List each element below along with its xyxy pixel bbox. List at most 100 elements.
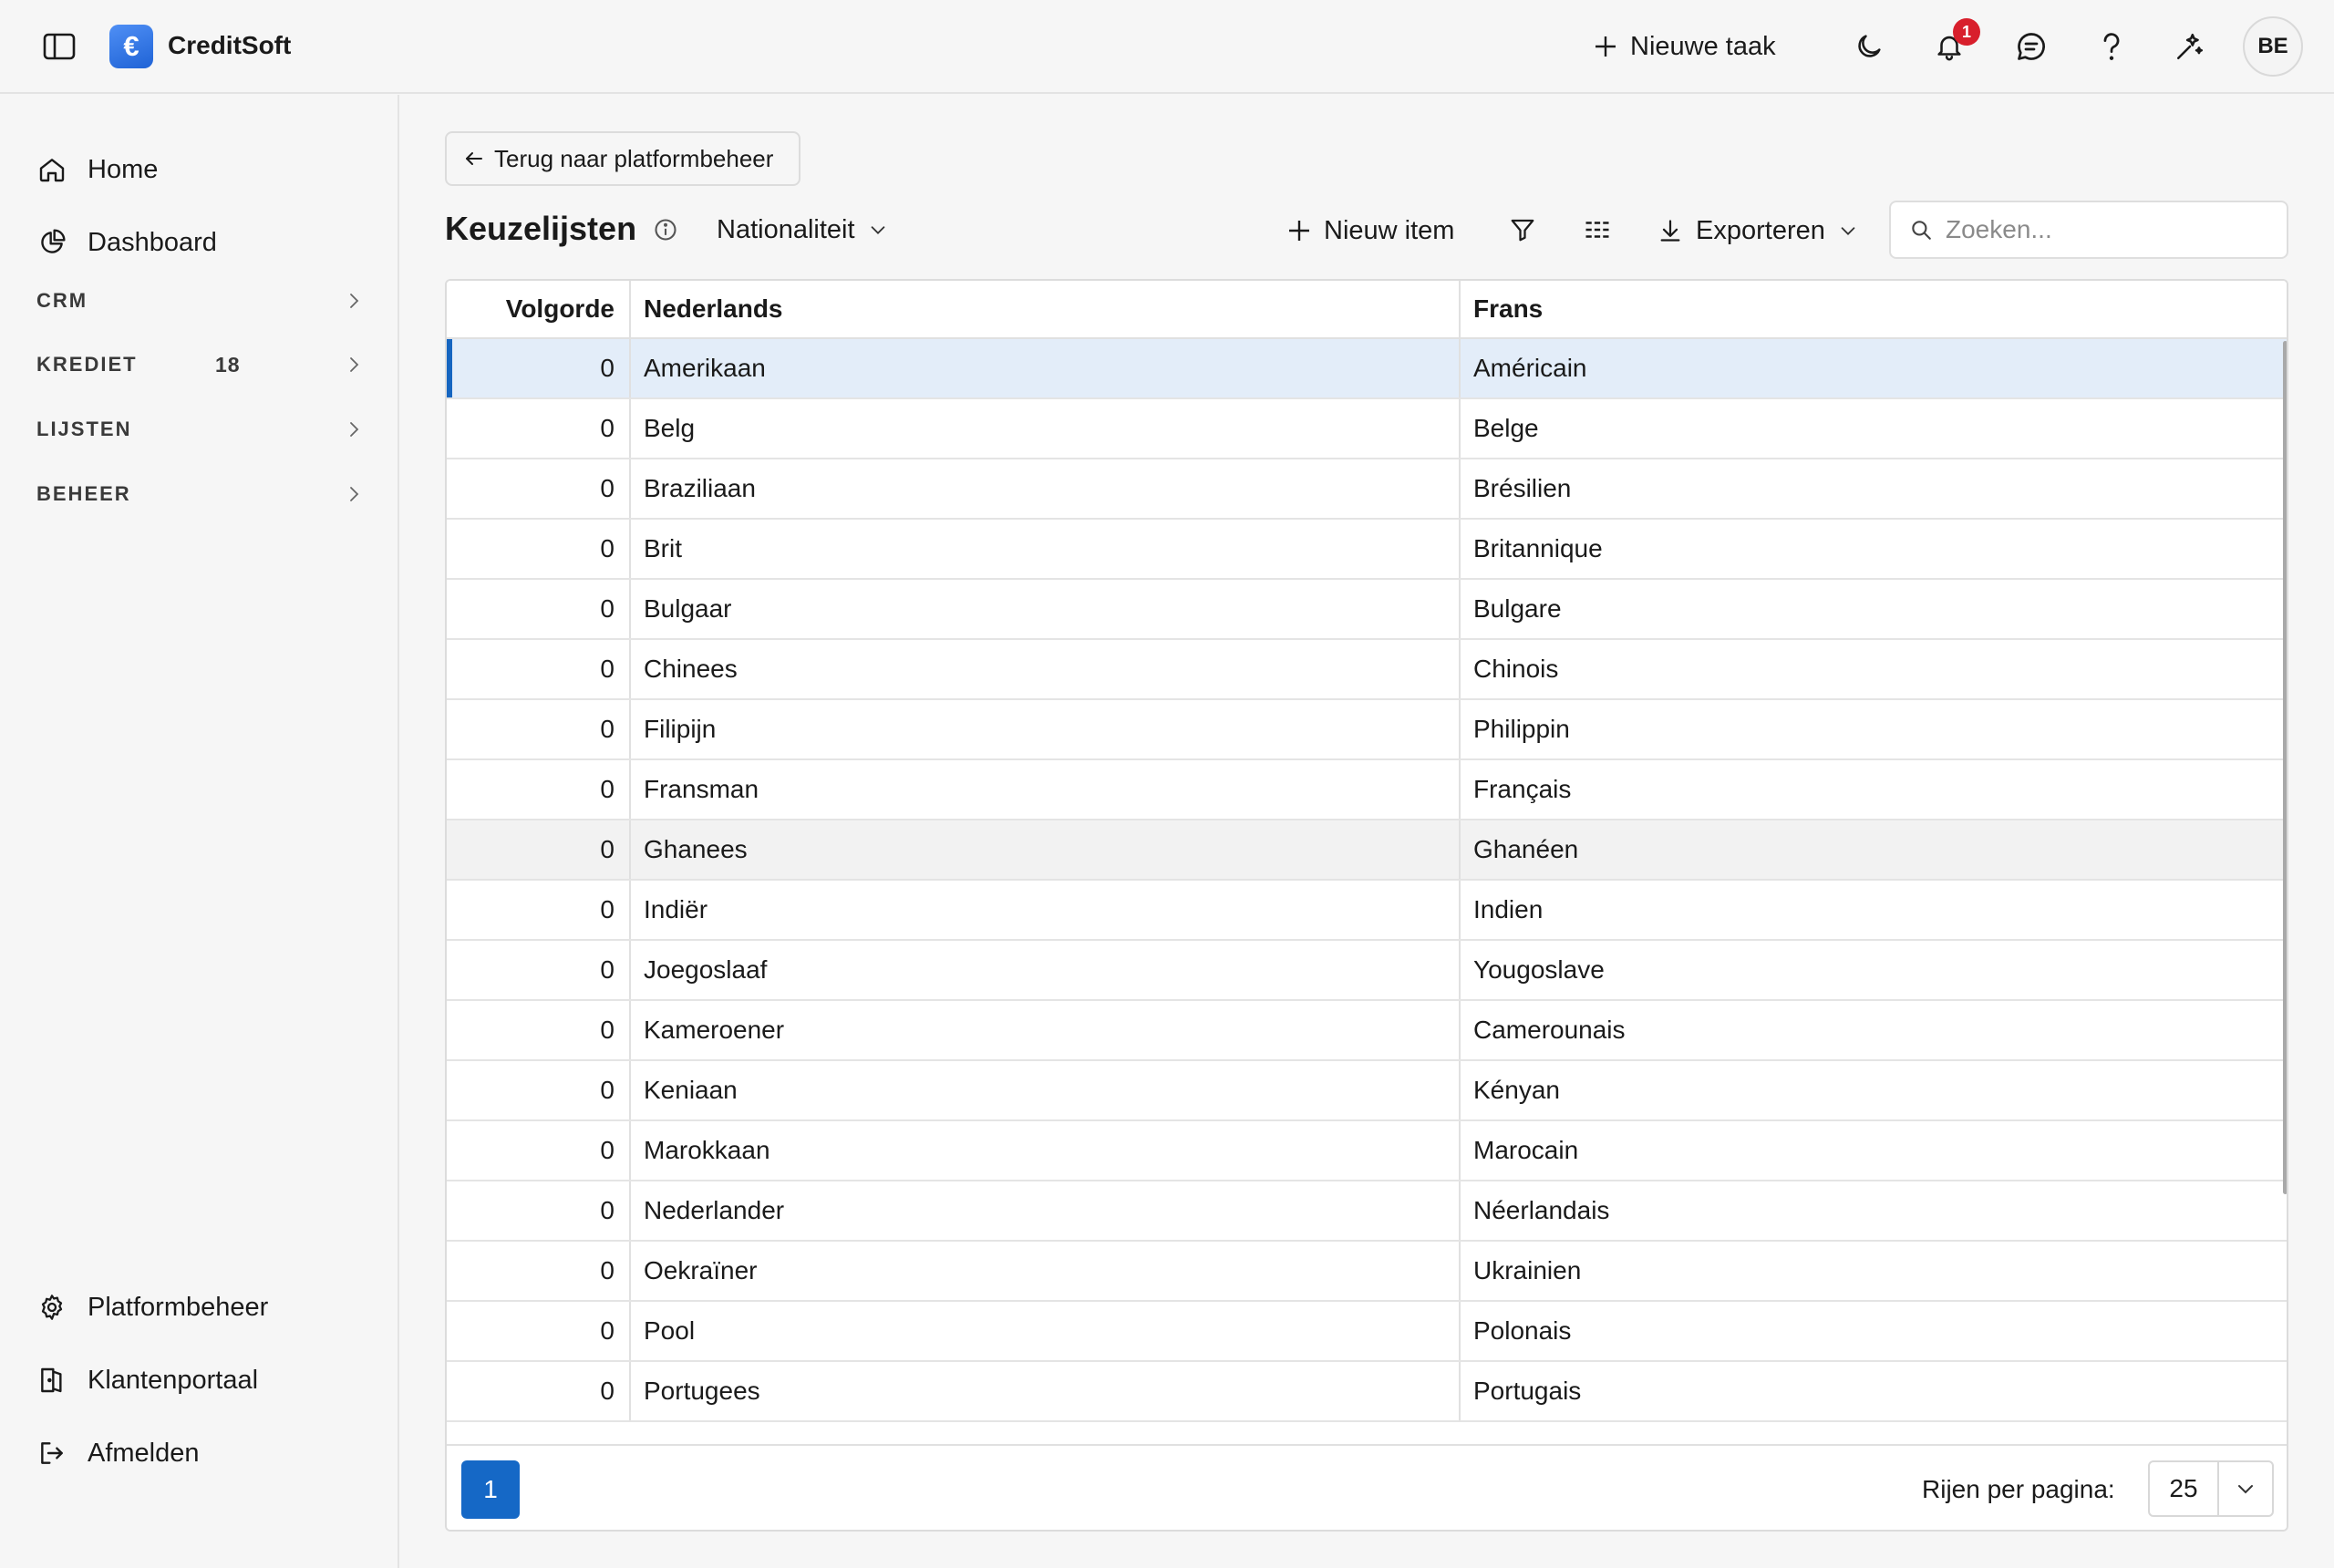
cell-frans: Bulgare [1473, 594, 1562, 623]
table-row[interactable]: 0 Portugees Portugais [447, 1362, 2287, 1422]
download-icon [1660, 220, 1680, 242]
new-item-button[interactable]: Nieuw item [1287, 211, 1454, 250]
sidebar-item-label: Platformbeheer [88, 1292, 269, 1322]
cell-volgorde: 0 [447, 520, 631, 578]
sidebar-section-krediet[interactable]: KREDIET 18 [36, 346, 365, 383]
table-row[interactable]: 0 Ghanees Ghanéen [447, 820, 2287, 881]
cell-nederlands: Brit [631, 520, 1461, 578]
cell-nederlands: Nederlander [631, 1181, 1461, 1240]
cell-volgorde: 0 [447, 459, 631, 518]
sidebar-section-crm[interactable]: CRM [36, 283, 365, 319]
cell-volgorde: 0 [447, 881, 631, 939]
top-bar: € CreditSoft Nieuwe taak 1 BE [0, 0, 2334, 94]
table-row[interactable]: 0 Pool Polonais [447, 1302, 2287, 1362]
cell-volgorde: 0 [447, 820, 631, 879]
sidebar-toggle-button[interactable] [36, 29, 82, 64]
cell-volgorde: 0 [447, 1121, 631, 1180]
cell-nederlands: Joegoslaaf [631, 941, 1461, 999]
cell-volgorde: 0 [447, 1181, 631, 1240]
table-row[interactable]: 0 Indiër Indien [447, 881, 2287, 941]
cell-volgorde: 0 [447, 1362, 631, 1420]
data-table: Volgorde Nederlands Frans 0 Amerikaan Amér… [445, 279, 2288, 1532]
user-avatar[interactable]: BE [2243, 16, 2303, 77]
messages-button[interactable] [2008, 23, 2055, 70]
page-button-current[interactable]: 1 [461, 1460, 520, 1519]
table-row[interactable]: 0 Fransman Français [447, 760, 2287, 820]
cell-volgorde: 0 [447, 700, 631, 758]
export-dropdown[interactable]: Exporteren [1658, 211, 1858, 250]
table-row[interactable]: 0 Brit Britannique [447, 520, 2287, 580]
cell-frans: Kényan [1473, 1076, 1560, 1104]
chevron-right-icon [350, 357, 359, 372]
search-box[interactable] [1889, 201, 2288, 259]
cell-volgorde: 0 [447, 1001, 631, 1059]
cell-nederlands: Portugees [631, 1362, 1461, 1420]
sidebar-section-lijsten[interactable]: LIJSTEN [36, 411, 365, 448]
search-input[interactable] [1946, 215, 2274, 244]
sidebar-section-beheer[interactable]: BEHEER [36, 476, 365, 512]
table-row[interactable]: 0 Nederlander Néerlandais [447, 1181, 2287, 1242]
door-icon [36, 1365, 67, 1396]
sidebar-item-label: Home [88, 154, 159, 184]
table-row[interactable]: 0 Chinees Chinois [447, 640, 2287, 700]
cell-volgorde: 0 [447, 1242, 631, 1300]
table-row[interactable]: 0 Keniaan Kényan [447, 1061, 2287, 1121]
cell-frans: Philippin [1473, 715, 1570, 743]
page-title: Keuzelijsten [445, 210, 637, 247]
cell-nederlands: Kameroener [631, 1001, 1461, 1059]
plus-icon [1289, 221, 1309, 241]
export-label: Exporteren [1696, 215, 1825, 245]
back-to-platform-button[interactable]: Terug naar platformbeheer [445, 131, 800, 186]
plus-icon [1596, 36, 1616, 57]
cell-frans: Yougoslave [1473, 955, 1605, 984]
search-icon [1912, 221, 1931, 240]
cell-nederlands: Ghanees [631, 820, 1461, 879]
sidebar-item-home[interactable]: Home [36, 150, 158, 190]
section-label: KREDIET [36, 353, 138, 376]
vertical-scrollbar[interactable] [2283, 341, 2287, 1194]
table-row[interactable]: 0 Amerikaan Américain [447, 339, 2287, 399]
sidebar-item-afmelden[interactable]: Afmelden [36, 1433, 200, 1473]
table-row[interactable]: 0 Kameroener Camerounais [447, 1001, 2287, 1061]
gear-icon [36, 1292, 67, 1323]
list-type-value: Nationaliteit [717, 214, 855, 244]
column-header-nederlands[interactable]: Nederlands [631, 281, 1461, 337]
chevron-down-icon [1841, 227, 1855, 235]
cell-frans: Français [1473, 775, 1572, 803]
table-body: 0 Amerikaan Américain 0 Belg Belge 0 Braziliaan… [447, 339, 2287, 1444]
rows-per-page-select[interactable]: 25 [2148, 1460, 2274, 1517]
table-row[interactable]: 0 Belg Belge [447, 399, 2287, 459]
table-row[interactable]: 0 Marokkaan Marocain [447, 1121, 2287, 1181]
table-row[interactable]: 0 Bulgaar Bulgare [447, 580, 2287, 640]
table-row[interactable]: 0 Joegoslaaf Yougoslave [447, 941, 2287, 1001]
cell-nederlands: Amerikaan [631, 339, 1461, 397]
column-header-frans[interactable]: Frans [1461, 281, 2287, 337]
table-row[interactable]: 0 Filipijn Philippin [447, 700, 2287, 760]
ai-assistant-button[interactable] [2166, 23, 2214, 70]
list-type-dropdown[interactable]: Nationaliteit [717, 211, 888, 248]
rows-per-page-value: 25 [2150, 1462, 2219, 1515]
table-row[interactable]: 0 Braziliaan Brésilien [447, 459, 2287, 520]
rows-per-page-toggle[interactable] [2219, 1462, 2272, 1515]
rows-per-page-label: Rijen per pagina: [1922, 1475, 2115, 1503]
sidebar-item-klantenportaal[interactable]: Klantenportaal [36, 1360, 258, 1400]
help-button[interactable] [2088, 23, 2135, 70]
info-icon[interactable] [653, 217, 678, 242]
filter-button[interactable] [1506, 213, 1539, 246]
new-task-button[interactable]: Nieuwe taak [1594, 27, 1776, 66]
cell-nederlands: Filipijn [631, 700, 1461, 758]
cell-frans: Indien [1473, 895, 1544, 923]
columns-button[interactable] [1581, 213, 1614, 246]
sidebar-item-dashboard[interactable]: Dashboard [36, 222, 217, 263]
chevron-right-icon [350, 422, 359, 437]
cell-nederlands: Keniaan [631, 1061, 1461, 1119]
column-header-volgorde[interactable]: Volgorde [447, 281, 631, 337]
theme-toggle-button[interactable] [1845, 23, 1893, 70]
cell-volgorde: 0 [447, 580, 631, 638]
cell-nederlands: Fransman [631, 760, 1461, 819]
cell-volgorde: 0 [447, 640, 631, 698]
table-row[interactable]: 0 Oekraïner Ukrainien [447, 1242, 2287, 1302]
chevron-down-icon [2238, 1485, 2253, 1494]
cell-frans: Brésilien [1473, 474, 1572, 502]
sidebar-item-platformbeheer[interactable]: Platformbeheer [36, 1287, 268, 1327]
